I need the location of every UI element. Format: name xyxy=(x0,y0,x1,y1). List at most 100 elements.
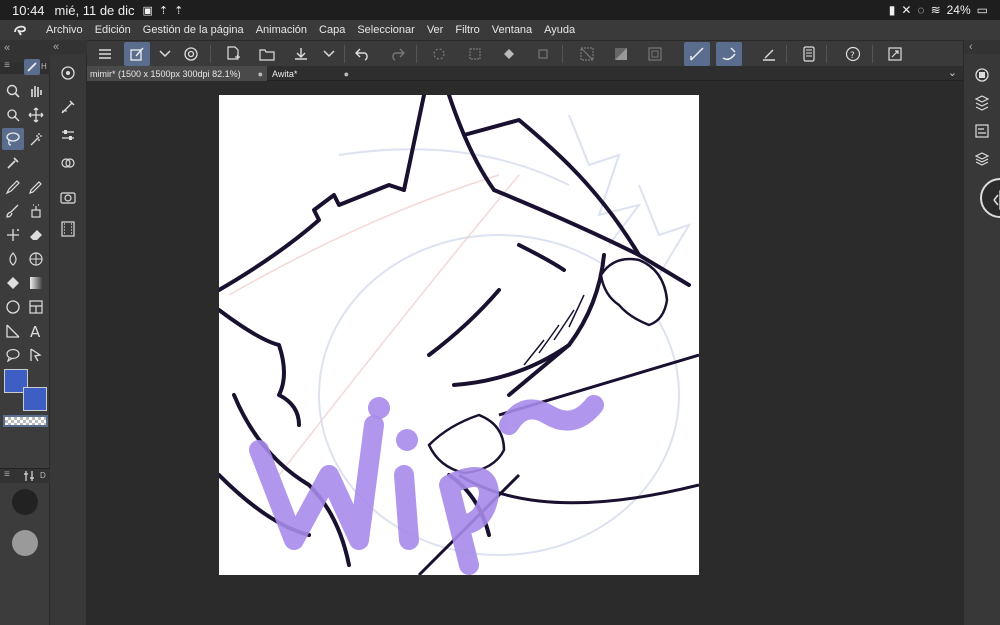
chevron-down-icon[interactable] xyxy=(152,42,178,66)
tab-awita[interactable]: Awita* ● xyxy=(269,66,353,81)
mobile-device-icon[interactable] xyxy=(796,42,822,66)
date: mié, 11 de dic xyxy=(54,2,135,18)
gradient-icon[interactable] xyxy=(25,272,47,294)
frame-border-icon[interactable] xyxy=(25,296,47,318)
pen-tool-icon[interactable] xyxy=(24,59,40,75)
hand-icon[interactable] xyxy=(25,80,47,102)
hamburger-menu-icon[interactable] xyxy=(92,42,118,66)
color-wheel-icon[interactable] xyxy=(971,64,993,86)
brush-size-label: D xyxy=(40,471,46,480)
fullscreen-icon[interactable] xyxy=(882,42,908,66)
eraser-icon[interactable] xyxy=(25,224,47,246)
alarm-icon: ◌ xyxy=(917,3,925,17)
navigator-icon[interactable] xyxy=(57,62,79,84)
document-tabs: mimir* (1500 x 1500px 300dpi 82.1%) ● Aw… xyxy=(87,66,963,81)
layer-list-icon[interactable] xyxy=(971,120,993,142)
open-folder-icon[interactable] xyxy=(254,42,280,66)
clock: 10:44 xyxy=(12,2,45,18)
simple-mode-icon[interactable] xyxy=(124,42,150,66)
double-chevron-left-icon[interactable]: « xyxy=(4,42,10,54)
figure-icon[interactable] xyxy=(25,248,47,270)
menu-ayuda[interactable]: Ayuda xyxy=(538,24,581,36)
menu-ver[interactable]: Ver xyxy=(421,24,450,36)
sliders-icon[interactable] xyxy=(57,124,79,146)
tool-property-icon[interactable] xyxy=(57,96,79,118)
layers-icon[interactable] xyxy=(971,148,993,170)
chevron-down-icon[interactable]: ⌄ xyxy=(948,66,957,79)
fill-icon[interactable] xyxy=(2,272,24,294)
blend-icon[interactable] xyxy=(2,248,24,270)
companion-icon[interactable] xyxy=(178,42,204,66)
close-icon[interactable]: ● xyxy=(344,69,349,79)
balloon-icon[interactable] xyxy=(2,344,24,366)
menu-bar: Archivo Edición Gestión de la página Ani… xyxy=(0,20,1000,40)
crop-icon[interactable] xyxy=(530,42,556,66)
layer-property-icon[interactable] xyxy=(57,152,79,174)
app-logo-icon[interactable] xyxy=(0,23,40,37)
pencil-icon[interactable] xyxy=(25,176,47,198)
film-icon[interactable] xyxy=(57,218,79,240)
menu-capa[interactable]: Capa xyxy=(313,24,351,36)
drawing-canvas[interactable] xyxy=(219,95,699,575)
brush-icon[interactable] xyxy=(2,200,24,222)
sub-color-swatch[interactable] xyxy=(23,387,47,411)
svg-text:?: ? xyxy=(850,51,855,61)
shape-circle-icon[interactable] xyxy=(2,296,24,318)
chevron-left-icon[interactable]: ‹ xyxy=(969,41,973,53)
panel-menu-icon[interactable]: ≡ xyxy=(4,60,10,71)
panel-toggle-handle[interactable] xyxy=(980,178,1000,218)
operation-icon[interactable] xyxy=(2,104,24,126)
menu-edicion[interactable]: Edición xyxy=(89,24,137,36)
tab-label: mimir* (1500 x 1500px 300dpi 82.1%) xyxy=(90,68,241,79)
new-file-icon[interactable] xyxy=(220,42,246,66)
double-chevron-left-icon[interactable]: « xyxy=(53,41,59,53)
close-icon[interactable]: ● xyxy=(258,69,263,79)
save-icon[interactable] xyxy=(288,42,314,66)
snap-ruler-icon[interactable] xyxy=(684,42,710,66)
menu-animacion[interactable]: Animación xyxy=(250,24,313,36)
snap-special-ruler-icon[interactable] xyxy=(716,42,742,66)
side-panel-icons: « xyxy=(50,40,87,625)
undo-icon[interactable] xyxy=(350,42,376,66)
transparent-color-swatch[interactable] xyxy=(3,415,48,427)
menu-archivo[interactable]: Archivo xyxy=(40,24,89,36)
clear-selection-icon[interactable] xyxy=(574,42,600,66)
move-icon[interactable] xyxy=(25,104,47,126)
battery-icon: ▭ xyxy=(976,3,988,17)
menu-ventana[interactable]: Ventana xyxy=(486,24,538,36)
tab-mimir[interactable]: mimir* (1500 x 1500px 300dpi 82.1%) ● xyxy=(87,66,267,81)
decoration-icon[interactable] xyxy=(2,224,24,246)
tool-palette: « ≡ H A ≡ D xyxy=(0,40,50,625)
eyedropper-icon[interactable] xyxy=(2,152,24,174)
panel-menu-icon[interactable]: ≡ xyxy=(4,469,10,480)
selection-border-icon[interactable] xyxy=(642,42,668,66)
brush-size-preset-large[interactable] xyxy=(12,530,38,556)
ruler-icon[interactable] xyxy=(2,320,24,342)
battery-level: 24% xyxy=(946,3,971,17)
zoom-icon[interactable] xyxy=(2,80,24,102)
material-icon[interactable] xyxy=(971,92,993,114)
lock-icon: ▮ xyxy=(888,3,896,17)
text-icon[interactable]: A xyxy=(25,320,47,342)
camera-icon[interactable] xyxy=(57,186,79,208)
help-icon[interactable]: ? xyxy=(840,42,866,66)
correct-line-icon[interactable] xyxy=(25,344,47,366)
lasso-selection-icon[interactable] xyxy=(2,128,24,150)
loading-icon[interactable] xyxy=(426,42,452,66)
transform-icon[interactable] xyxy=(462,42,488,66)
menu-gestion-pagina[interactable]: Gestión de la página xyxy=(137,24,250,36)
brush-size-icon[interactable] xyxy=(22,469,36,483)
brush-size-preset-small[interactable] xyxy=(12,489,38,515)
menu-filtro[interactable]: Filtro xyxy=(449,24,485,36)
auto-select-wand-icon[interactable] xyxy=(25,128,47,150)
fill-bucket-icon[interactable] xyxy=(496,42,522,66)
right-panel-icons: ‹ xyxy=(963,40,1000,625)
svg-text:A: A xyxy=(30,323,41,339)
menu-seleccionar[interactable]: Seleccionar xyxy=(351,24,420,36)
grid-ruler-icon[interactable] xyxy=(756,42,782,66)
airbrush-icon[interactable] xyxy=(25,200,47,222)
redo-icon[interactable] xyxy=(384,42,410,66)
chevron-down-icon[interactable] xyxy=(316,42,342,66)
pen-icon[interactable] xyxy=(2,176,24,198)
invert-selection-icon[interactable] xyxy=(608,42,634,66)
